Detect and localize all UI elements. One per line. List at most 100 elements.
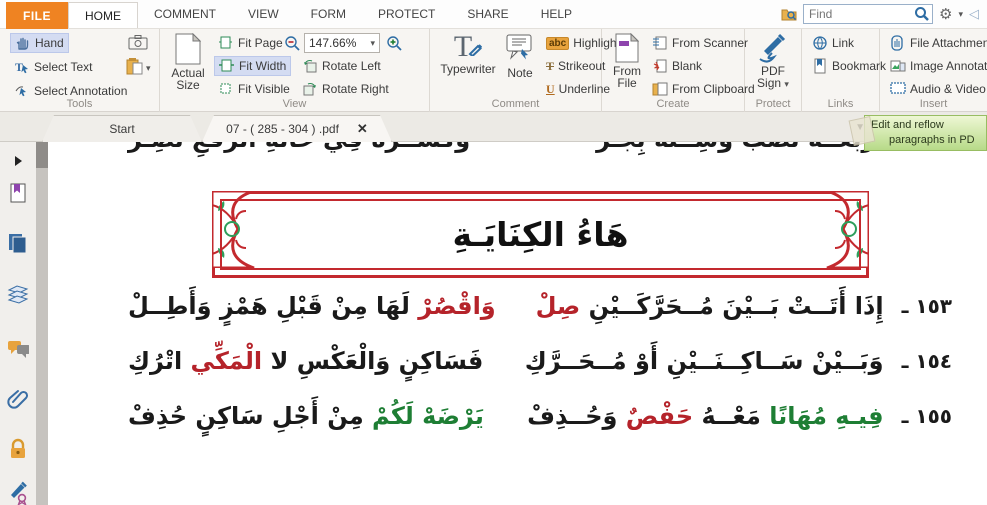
tab-home[interactable]: HOME [68, 2, 138, 28]
collapse-ribbon-icon[interactable]: ◁ [969, 6, 979, 22]
verse-row-152: ١٥٢ ـأَرْبَعَــةٌ نَصْبٌ وَسِــتَّةٌ بِج… [128, 142, 952, 153]
tooltip-line2: paragraphs in PD [871, 133, 982, 148]
panel-scrollbar-thumb[interactable] [36, 142, 48, 168]
bookmarks-panel-icon[interactable] [7, 182, 29, 204]
verse-segment: اتْرُكِ [128, 347, 191, 375]
from-clipboard-button[interactable]: From Clipboard [648, 79, 759, 99]
from-file-button[interactable]: From File [608, 33, 646, 89]
note-icon [505, 33, 535, 65]
from-file-icon [615, 33, 639, 63]
pdf-page[interactable]: ١٥٢ ـأَرْبَعَــةٌ نَصْبٌ وَسِــتَّةٌ بِج… [48, 142, 987, 505]
pdf-tab-label: 07 - ( 285 - 304 ) .pdf [226, 122, 339, 136]
zoom-level-value: 147.66% [309, 36, 356, 50]
strikeout-button[interactable]: T Strikeout [542, 56, 609, 76]
signature-panel-icon[interactable] [7, 482, 29, 504]
fit-visible-label: Fit Visible [238, 82, 290, 96]
hemistich-first: فِيـهِ مُهَانًا مَعْــهُ حَفْصٌ وَحُــذِ… [527, 402, 883, 430]
rotate-right-button[interactable]: Rotate Right [298, 79, 393, 99]
link-button[interactable]: Link [808, 33, 858, 53]
verse-segment: صِلْ [536, 292, 581, 320]
ribbon-section-protect: PDF Sign ▾ Protect [745, 29, 802, 112]
rotate-left-button[interactable]: Rotate Left [298, 56, 385, 76]
clipboard-icon[interactable]: ▾ [126, 57, 152, 78]
from-scanner-button[interactable]: From Scanner [648, 33, 752, 53]
highlight-icon: abc [546, 37, 569, 50]
verse-number: ١٥٣ ـ [902, 294, 952, 318]
file-attachment-button[interactable]: File Attachment [886, 33, 987, 53]
fit-width-button[interactable]: Fit Width [214, 56, 291, 76]
rotate-left-icon [302, 58, 318, 74]
expand-panel-icon[interactable] [7, 150, 29, 172]
zoom-in-icon[interactable] [386, 35, 403, 55]
zoom-out-icon[interactable] [284, 35, 301, 55]
blank-icon [652, 58, 668, 74]
layers-panel-icon[interactable] [7, 284, 29, 306]
find-search-icon[interactable] [914, 6, 930, 25]
document-tab-bar: Start 07 - ( 285 - 304 ) .pdf ✕ ▼ [0, 112, 987, 142]
tab-form[interactable]: FORM [295, 0, 362, 28]
tab-start[interactable]: Start [42, 115, 202, 142]
edit-reflow-tooltip: Edit and reflow paragraphs in PD [864, 115, 987, 151]
frame-inner-border: هَاءُ الكِنَايَـةِ [220, 199, 861, 270]
hemistich-second: يَرْضَهْ لَكُمْ مِنْ أَجْلِ سَاكِنٍ حُذِ… [128, 402, 484, 430]
close-tab-icon[interactable]: ✕ [357, 121, 368, 137]
fit-page-button[interactable]: Fit Page [214, 33, 287, 53]
tab-share[interactable]: SHARE [451, 0, 524, 28]
ribbon-section-view: Actual Size Fit Page Fit Width Fit Visib… [160, 29, 430, 112]
actual-size-button[interactable]: Actual Size [166, 33, 210, 91]
security-panel-icon[interactable] [7, 438, 29, 460]
typewriter-button[interactable]: T Typewriter [438, 33, 498, 75]
verse-segment: لَهَا مِنْ قَبْلِ هَمْزٍ وَأَطِــلْ [128, 292, 418, 320]
tab-comment[interactable]: COMMENT [138, 0, 232, 28]
tab-help[interactable]: HELP [525, 0, 588, 28]
hand-label: Hand [35, 36, 64, 50]
typewriter-label: Typewriter [440, 63, 495, 75]
ribbon: Hand T Select Text Select Annotation ▾ T… [0, 29, 987, 112]
panel-scrollbar[interactable] [36, 142, 48, 505]
tab-view[interactable]: VIEW [232, 0, 295, 28]
bookmark-icon [812, 58, 828, 74]
audio-video-button[interactable]: Audio & Video [886, 79, 987, 99]
file-menu-button[interactable]: FILE [6, 2, 68, 29]
chapter-title: هَاءُ الكِنَايَـةِ [452, 215, 628, 254]
bookmark-label: Bookmark [832, 59, 886, 73]
pages-panel-icon[interactable] [7, 232, 29, 254]
hemistich-second: فَسَاكِنٍ وَالْعَكْسِ لا الْمَكِّي اتْرُ… [128, 347, 483, 375]
hemistich-second: وَكَسْــرَهُ فِي حَالَةِ الرَّفْعِ تَصِـ… [128, 142, 470, 153]
note-button[interactable]: Note [502, 33, 538, 79]
strikeout-label: Strikeout [558, 59, 605, 73]
bookmark-button[interactable]: Bookmark [808, 56, 890, 76]
gear-icon[interactable]: ⚙ [939, 5, 952, 23]
svg-text:T: T [15, 60, 23, 74]
verse-segment: وَحُــذِفْ [527, 402, 626, 430]
zoom-level-combobox[interactable]: 147.66% ▾ [304, 33, 380, 53]
ribbon-section-comment: T Typewriter Note abc Highlight T Strike… [430, 29, 602, 112]
blank-label: Blank [672, 59, 702, 73]
from-clipboard-label: From Clipboard [672, 82, 755, 96]
pdf-sign-button[interactable]: PDF Sign ▾ [753, 33, 793, 90]
hemistich-first: أَرْبَعَــةٌ نَصْبٌ وَسِــتَّةٌ بِجَـرٍّ [596, 142, 883, 153]
gear-dropdown-arrow[interactable]: ▾ [958, 9, 963, 20]
select-annotation-label: Select Annotation [34, 84, 127, 98]
select-text-button[interactable]: T Select Text [10, 57, 96, 77]
ribbon-section-create: From File From Scanner Blank From Clipbo… [602, 29, 745, 112]
verse-segment: وَكَسْــرَهُ فِي حَالَةِ الرَّفْعِ تَصِـ… [128, 142, 470, 153]
select-text-label: Select Text [34, 60, 92, 74]
image-annotation-button[interactable]: Image Annotat [886, 56, 987, 76]
hand-tool-button[interactable]: Hand [10, 33, 69, 53]
tab-protect[interactable]: PROTECT [362, 0, 451, 28]
snapshot-camera-icon[interactable] [128, 34, 148, 53]
attachments-panel-icon[interactable] [7, 388, 29, 410]
hemistich-first: وَبَــيْنْ سَــاكِــنَــيْنِ أَوْ مُــحَ… [525, 347, 884, 375]
blank-button[interactable]: Blank [648, 56, 706, 76]
view-section-label: View [160, 98, 429, 110]
fit-visible-button[interactable]: Fit Visible [214, 79, 294, 99]
comments-panel-icon[interactable] [7, 338, 29, 360]
search-folder-icon[interactable] [781, 6, 797, 22]
note-label: Note [507, 67, 532, 79]
tools-section-label: Tools [0, 98, 159, 110]
fit-width-icon [219, 58, 235, 74]
rotate-right-label: Rotate Right [322, 82, 389, 96]
select-text-icon: T [14, 59, 30, 75]
tab-pdf-document[interactable]: 07 - ( 285 - 304 ) .pdf ✕ [202, 115, 392, 142]
